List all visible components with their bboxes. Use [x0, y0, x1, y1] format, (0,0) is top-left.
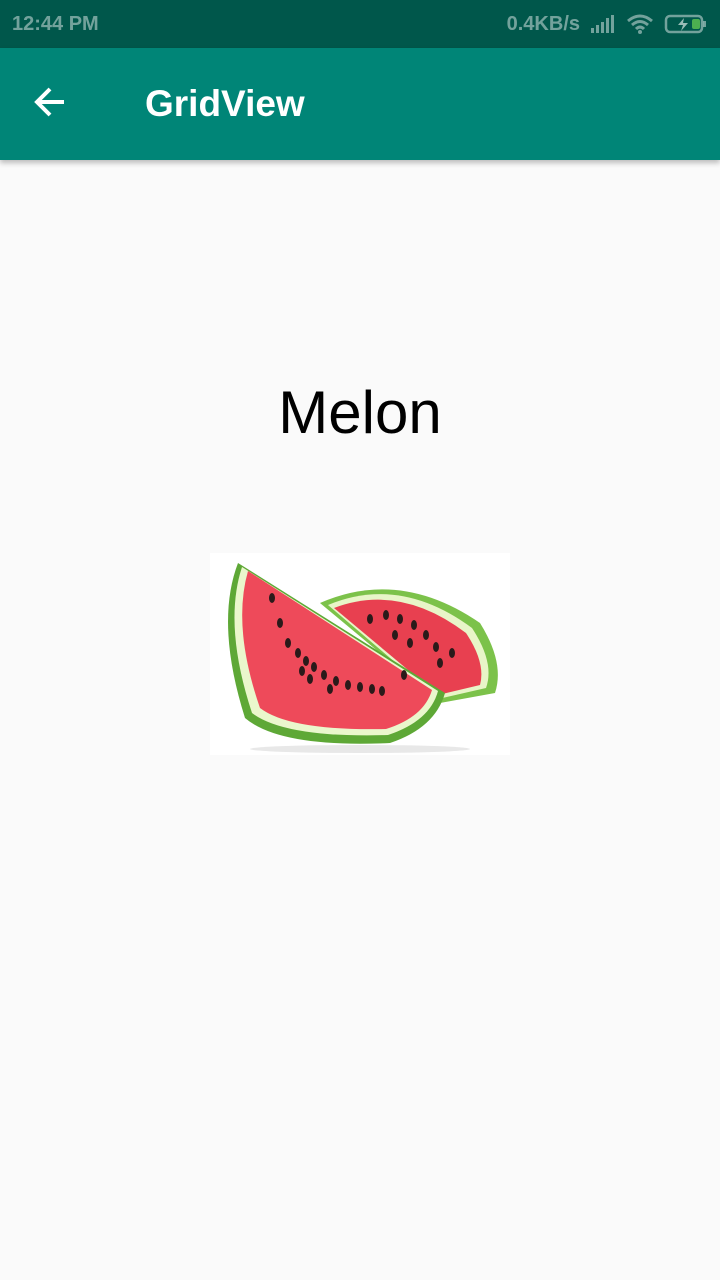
signal-icon — [590, 14, 616, 34]
watermelon-image — [210, 553, 510, 755]
back-button[interactable] — [22, 76, 78, 132]
status-bar: 12:44 PM 0.4KB/s — [0, 0, 720, 48]
status-time: 12:44 PM — [12, 12, 99, 35]
battery-charging-icon — [664, 13, 708, 35]
wifi-icon — [626, 13, 654, 35]
page-title: GridView — [145, 83, 305, 124]
app-bar: GridView — [0, 48, 720, 160]
arrow-back-icon — [30, 82, 70, 127]
item-name: Melon — [278, 379, 442, 446]
status-icons: 0.4KB/s — [507, 13, 708, 36]
network-speed: 0.4KB/s — [506, 12, 580, 35]
